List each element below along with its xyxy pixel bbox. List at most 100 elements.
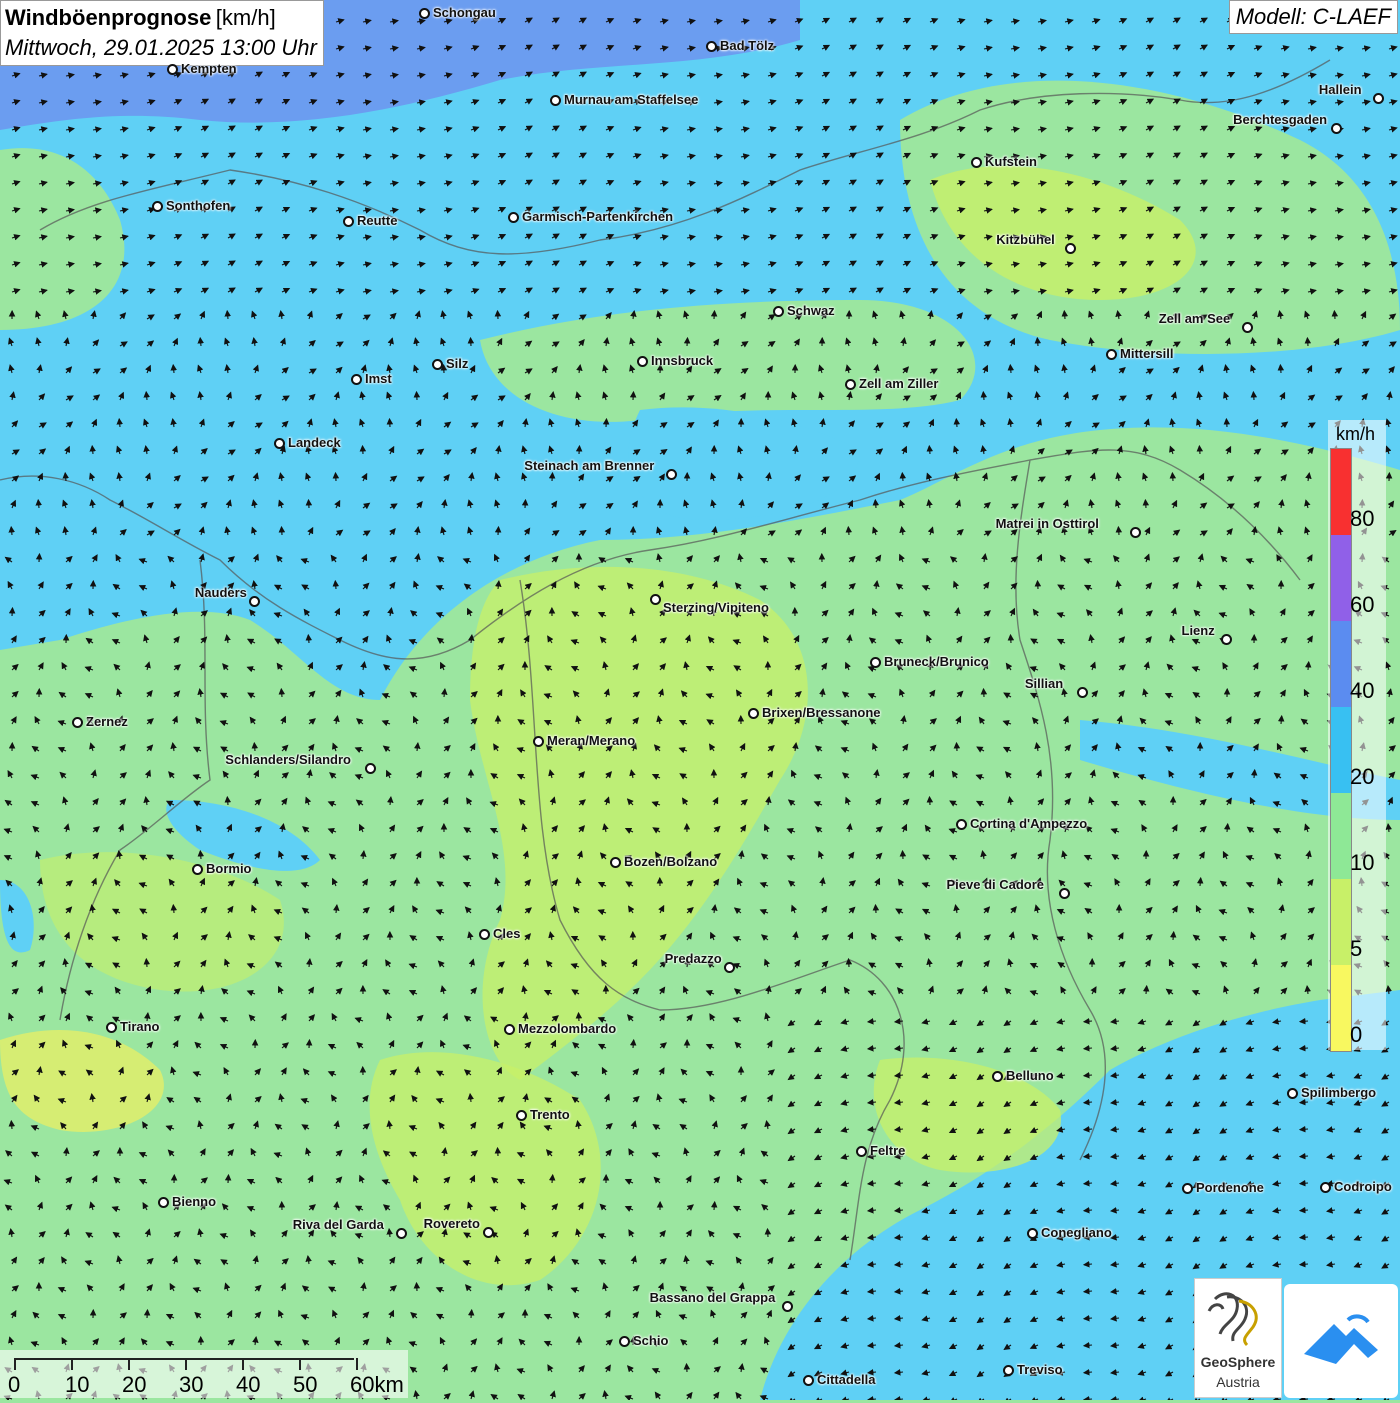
city-marker (516, 1110, 527, 1121)
wind-arrow (1226, 419, 1227, 427)
wind-arrow (498, 1148, 499, 1156)
wind-arrow (876, 905, 877, 913)
wind-arrow (525, 500, 526, 508)
city-label: Pordenone (1196, 1180, 1264, 1195)
wind-arrow (1200, 878, 1201, 886)
city-label: Conegliano (1041, 1225, 1112, 1240)
city-label: Cortina d'Ampezzo (970, 816, 1087, 831)
wind-arrow (498, 311, 499, 319)
city-marker (365, 763, 376, 774)
scale-label: 0 (8, 1372, 20, 1398)
city-label: Schio (633, 1333, 668, 1348)
city-marker (274, 438, 285, 449)
wind-arrow (39, 554, 40, 562)
city-marker (550, 95, 561, 106)
city-marker (167, 64, 178, 75)
city-marker (956, 819, 967, 830)
mountain-logo-icon (1284, 1284, 1398, 1398)
city-marker (650, 594, 661, 605)
model-label: Modell: C-LAEF (1229, 0, 1398, 34)
map-title-unit: [km/h] (216, 5, 276, 30)
city-marker (508, 212, 519, 223)
city-label: Meran/Merano (547, 733, 635, 748)
city-marker (619, 1336, 630, 1347)
wind-arrow (417, 1283, 418, 1291)
geosphere-logo-icon (1195, 1279, 1281, 1349)
wind-arrow (1010, 365, 1011, 373)
city-marker (504, 1024, 515, 1035)
city-label: Predazzo (665, 951, 722, 966)
wind-arrow (903, 851, 904, 859)
city-marker (479, 929, 490, 940)
wind-arrow (1300, 1048, 1308, 1049)
city-marker (419, 8, 430, 19)
scale-tick (128, 1358, 130, 1370)
wind-arrow (471, 1310, 472, 1318)
city-label: Rovereto (424, 1216, 480, 1231)
wind-arrow (1334, 311, 1335, 319)
city-label: Imst (365, 371, 392, 386)
wind-arrow (1300, 1210, 1308, 1211)
city-label: Sillian (1025, 676, 1063, 691)
forecast-date: Mittwoch, 29.01.2025 13:00 Uhr (5, 34, 317, 61)
city-marker (1003, 1365, 1014, 1376)
city-label: Cittadella (817, 1372, 876, 1387)
scale-tick (242, 1358, 244, 1370)
city-marker (1077, 687, 1088, 698)
wind-arrow (956, 419, 957, 427)
map-title: Windböenprognose (5, 5, 211, 30)
wind-arrow (227, 797, 228, 805)
app-logo (1284, 1284, 1398, 1398)
wind-arrow (228, 1175, 229, 1183)
wind-arrow (335, 581, 336, 589)
wind-arrow (12, 608, 13, 616)
wind-arrow (1308, 662, 1309, 670)
city-label: Schwaz (787, 303, 835, 318)
wind-arrow (1300, 1075, 1308, 1076)
legend-unit: km/h (1336, 424, 1375, 445)
city-label: Sterzing/Vipiteno (663, 600, 769, 615)
legend-segment (1331, 879, 1351, 965)
wind-arrow (471, 338, 472, 346)
legend-label: 40 (1350, 678, 1374, 704)
scale-tick (185, 1358, 187, 1370)
wind-arrow (1118, 527, 1119, 535)
city-marker (1373, 93, 1384, 104)
city-label: Kufstein (985, 154, 1037, 169)
scale-label: 10 (65, 1372, 89, 1398)
wind-arrow (282, 527, 283, 535)
city-marker (1065, 243, 1076, 254)
scale-bar-line (14, 1358, 354, 1360)
city-label: Bienno (172, 1194, 216, 1209)
legend-segment (1331, 449, 1351, 535)
wind-arrow (714, 311, 715, 319)
city-marker (1331, 123, 1342, 134)
wind-arrow (146, 959, 147, 967)
city-marker (343, 216, 354, 227)
wind-arrow (579, 1013, 580, 1021)
city-marker (971, 157, 982, 168)
wind-arrow (336, 473, 337, 481)
legend-label: 0 (1350, 1022, 1362, 1048)
city-marker (1221, 634, 1232, 645)
wind-arrow (1300, 1264, 1308, 1265)
city-label: Zernez (86, 714, 128, 729)
city-marker (158, 1197, 169, 1208)
legend-color-bar (1330, 448, 1352, 1052)
wind-arrow (1300, 1183, 1308, 1184)
wind-arrow (1253, 392, 1254, 400)
city-marker (748, 708, 759, 719)
wind-arrow (11, 1121, 12, 1129)
wind-arrow (1172, 473, 1173, 481)
city-marker (483, 1227, 494, 1238)
wind-arrow (633, 1040, 634, 1048)
city-marker (396, 1228, 407, 1239)
legend-segment (1331, 793, 1351, 879)
wind-arrow (984, 689, 985, 697)
city-label: Garmisch-Partenkirchen (522, 209, 673, 224)
city-label: Steinach am Brenner (524, 458, 654, 473)
city-marker (1287, 1088, 1298, 1099)
wind-arrow (1038, 581, 1039, 589)
city-label: Zell am See (1159, 311, 1231, 326)
wind-arrow (309, 1040, 310, 1048)
